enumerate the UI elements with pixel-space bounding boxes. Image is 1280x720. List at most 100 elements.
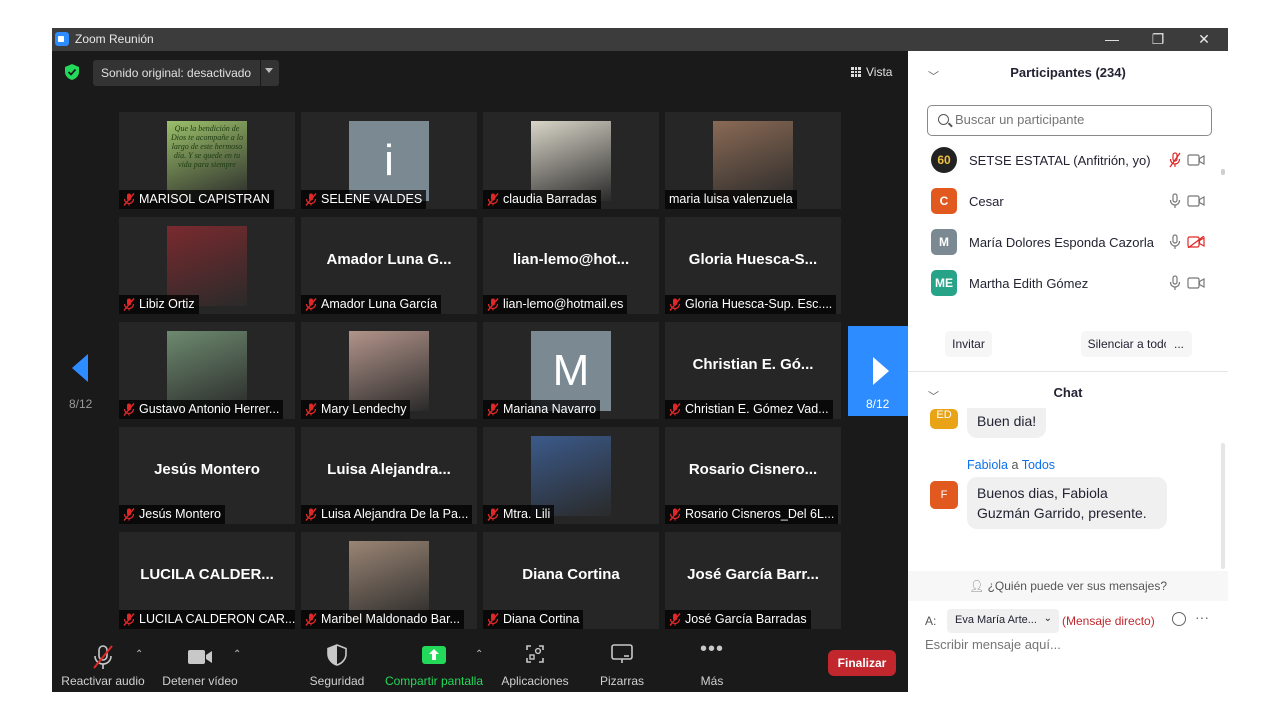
participants-more-button[interactable]: ... [1166,331,1192,357]
participant-avatar: M [931,229,957,255]
mic-muted-icon [123,508,135,521]
security-button[interactable]: Seguridad [302,634,372,692]
mic-muted-icon [305,403,317,416]
participant-row[interactable]: C Cesar [928,186,1218,227]
unmute-audio-button[interactable]: Reactivar audio [60,634,146,692]
to-label: A: [925,614,937,628]
participant-tile[interactable]: M Mariana Navarro [483,322,659,419]
mic-icon[interactable] [1169,275,1181,291]
mic-muted-icon[interactable] [1169,152,1181,168]
stop-video-button[interactable]: Detener vídeo [158,634,242,692]
participant-tile[interactable]: lian-lemo@hot... lian-lemo@hotmail.es [483,217,659,314]
invite-button[interactable]: Invitar [945,331,992,357]
mic-icon[interactable] [1169,193,1181,209]
audio-options-chevron-icon[interactable]: ⌃ [135,649,143,660]
participant-tile[interactable]: Que la bendición de Dios te acompañe a l… [119,112,295,209]
participant-name: Amador Luna García [321,297,438,311]
arrow-right-icon [873,357,889,385]
encryption-shield-icon[interactable] [65,64,79,80]
close-button[interactable]: ✕ [1181,28,1227,51]
arrow-left-icon [72,354,88,382]
participant-search-input[interactable] [955,112,1195,127]
participant-tile[interactable]: Jesús Montero Jesús Montero [119,427,295,524]
zoom-app-icon [55,32,69,46]
end-meeting-button[interactable]: Finalizar [828,650,896,676]
previous-page-button[interactable]: 8/12 [62,351,102,441]
participant-tile[interactable]: LUCILA CALDER... LUCILA CALDERON CAR... [119,532,295,629]
share-options-chevron-icon[interactable]: ⌃ [475,649,483,660]
participant-tile[interactable]: José García Barr... José García Barradas [665,532,841,629]
original-sound-dropdown[interactable]: Sonido original: desactivado [93,60,279,86]
mic-muted-icon [123,193,135,206]
participant-tile[interactable]: Gustavo Antonio Herrer... [119,322,295,419]
participant-name: Rosario Cisneros_Del 6L... [685,507,835,521]
participant-nameplate: Luisa Alejandra De la Pa... [301,505,473,524]
participant-row[interactable]: M María Dolores Esponda Cazorla [928,227,1218,268]
sender-name[interactable]: Fabiola [967,458,1008,472]
video-camera-icon[interactable] [1187,154,1205,166]
participant-tile[interactable]: Gloria Huesca-S... Gloria Huesca-Sup. Esc… [665,217,841,314]
mic-icon[interactable] [1169,234,1181,250]
participant-avatar: C [931,188,957,214]
participant-tile[interactable]: Luisa Alejandra... Luisa Alejandra De la … [301,427,477,524]
recipient-dropdown[interactable]: Eva María Arte... ⌄ [947,609,1059,633]
participant-tile[interactable]: Libiz Ortiz [119,217,295,314]
chat-message-input[interactable] [925,637,1215,652]
participant-row[interactable]: 60 SETSE ESTATAL (Anfitrión, yo) [928,145,1218,186]
participant-name: Mtra. Lili [503,507,551,521]
emoji-icon[interactable] [1172,612,1186,626]
share-screen-button[interactable]: Compartir pantalla [382,634,486,692]
participant-name: Maribel Maldonado Bar... [321,612,460,626]
who-can-see-label: ¿Quién puede ver sus mensajes? [987,579,1167,593]
sender-to-joiner: a [1011,458,1019,472]
participant-tile[interactable]: Diana Cortina Diana Cortina [483,532,659,629]
next-page-button[interactable]: 8/12 [848,326,908,416]
participant-name: MARISOL CAPISTRAN [139,192,270,206]
participant-tile[interactable]: Christian E. Gó... Christian E. Gómez Vad… [665,322,841,419]
participant-tile[interactable]: claudia Barradas [483,112,659,209]
participant-display-name: LUCILA CALDER... [140,566,274,583]
scrollbar-thumb[interactable] [1221,169,1225,175]
apps-button[interactable]: Aplicaciones [495,634,575,692]
participant-name: Martha Edith Gómez [969,276,1089,291]
participant-nameplate: claudia Barradas [483,190,601,209]
participant-photo [531,436,611,516]
page-indicator: 8/12 [69,397,93,411]
page-indicator: 8/12 [866,397,890,411]
participant-nameplate: Christian E. Gómez Vad... [665,400,833,419]
participant-search[interactable] [927,105,1212,136]
collapse-chevron-icon[interactable]: ﹀ [928,388,939,404]
video-camera-icon[interactable] [1187,277,1205,289]
participant-name: maria luisa valenzuela [669,192,793,206]
participant-tile[interactable]: Maribel Maldonado Bar... [301,532,477,629]
participant-display-name: lian-lemo@hot... [512,251,630,268]
whiteboards-button[interactable]: Pizarras [587,634,657,692]
video-camera-icon[interactable] [1187,195,1205,207]
participant-nameplate: Gloria Huesca-Sup. Esc.... [665,295,837,314]
restore-button[interactable]: ❐ [1135,28,1181,51]
video-options-chevron-icon[interactable]: ⌃ [233,649,241,660]
video-off-icon[interactable] [1187,236,1205,248]
participant-tile[interactable]: Mtra. Lili [483,427,659,524]
participant-tile[interactable]: i SELENE VALDES [301,112,477,209]
participant-name: Gustavo Antonio Herrer... [139,402,280,416]
view-button[interactable]: Vista [845,61,899,83]
who-can-see-messages[interactable]: 👤︎ ¿Quién puede ver sus mensajes? [908,571,1228,601]
participant-tile[interactable]: Mary Lendechy [301,322,477,419]
participant-tile[interactable]: maria luisa valenzuela [665,112,841,209]
participant-name: Libiz Ortiz [139,297,195,311]
participant-tile[interactable]: Amador Luna G... Amador Luna García [301,217,477,314]
participant-row[interactable]: ME Martha Edith Gómez [928,268,1218,309]
chat-scrollbar[interactable] [1221,443,1225,569]
mic-muted-icon [305,298,317,311]
more-button[interactable]: ••• Más [682,634,742,692]
chevron-down-icon[interactable] [265,68,273,73]
minimize-button[interactable]: — [1089,28,1135,51]
participant-tile[interactable]: Rosario Cisnero... Rosario Cisneros_Del 6… [665,427,841,524]
chat-more-icon[interactable]: ··· [1195,609,1209,625]
collapse-chevron-icon[interactable]: ﹀ [928,68,939,84]
mic-muted-icon [669,403,681,416]
recipient-name[interactable]: Todos [1022,458,1055,472]
grid-icon [851,67,861,77]
participant-name: lian-lemo@hotmail.es [503,297,624,311]
